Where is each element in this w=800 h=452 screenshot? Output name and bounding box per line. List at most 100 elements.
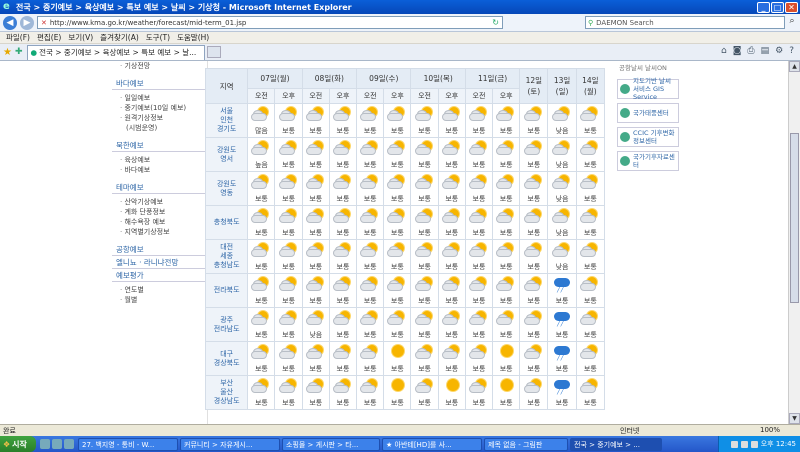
sidebar-item[interactable]: 일일예보 — [112, 93, 207, 103]
back-button[interactable]: ◀ — [3, 15, 17, 30]
banner-link[interactable]: 지도기반 날씨서비스 GIS Service — [617, 77, 679, 101]
sun-cloud-icon — [305, 208, 327, 224]
weather-icon-wrap — [384, 310, 410, 328]
search-go-icon[interactable]: ⌕ — [786, 16, 798, 29]
sidebar-heading[interactable]: 테마예보 — [112, 181, 207, 194]
sun-cloud-icon — [359, 106, 381, 122]
zoom-level[interactable]: 100% — [760, 426, 780, 434]
help-icon[interactable]: ? — [789, 46, 794, 56]
home-icon[interactable]: ⌂ — [721, 46, 727, 56]
menu-edit[interactable]: 편집(E) — [37, 32, 61, 43]
precip-chance: 보통 — [309, 398, 323, 407]
sidebar-item[interactable]: 원격기상정보 — [112, 113, 207, 123]
cloud-shape — [305, 180, 322, 189]
sun-cloud-icon — [523, 106, 545, 122]
precip-chance: 보통 — [282, 398, 296, 407]
weather-icon-wrap — [275, 174, 301, 192]
sidebar-item[interactable]: 월별 — [112, 295, 207, 305]
sidebar-item[interactable]: 산악기상예보 — [112, 197, 207, 207]
search-input[interactable]: ⚲ DAEMON Search — [585, 16, 785, 29]
tray-volume-icon[interactable] — [740, 440, 748, 448]
precip-chance: 보통 — [472, 194, 486, 203]
banner-link[interactable]: 국가태풍센터 — [617, 103, 679, 123]
weather-icon-wrap — [357, 174, 383, 192]
print-icon[interactable]: ⎙ — [747, 46, 754, 56]
taskbar-task[interactable]: 27. 백지영 - 통비 - W... — [78, 437, 178, 451]
region-cell: 강원도 영동 — [204, 171, 249, 206]
cloud-shape — [552, 214, 569, 223]
banner-link[interactable]: CCIC 기후변화정보센터 — [617, 127, 679, 147]
sidebar-item[interactable]: 바다예보 — [112, 165, 207, 175]
minimize-button[interactable]: _ — [757, 1, 770, 13]
weather-icon-wrap — [520, 208, 547, 226]
forecast-cell: 보통 — [575, 239, 606, 274]
sidebar-item-top[interactable]: 기상전망 — [112, 61, 207, 71]
sidebar-heading[interactable]: 엘니뇨 · 라니냐전망 — [112, 256, 207, 269]
sidebar-item[interactable]: 육상예보 — [112, 155, 207, 165]
precip-chance: 보통 — [254, 330, 268, 339]
taskbar-task[interactable]: 커뮤니티 > 자유게시... — [180, 437, 280, 451]
menu-help[interactable]: 도움말(H) — [177, 32, 209, 43]
scroll-up-icon[interactable]: ▲ — [789, 61, 800, 72]
favorites-star-icon[interactable]: ★ — [3, 47, 12, 58]
close-button[interactable]: ✕ — [785, 1, 798, 13]
taskbar-task[interactable]: 전국 > 중기예보 > ... — [570, 437, 662, 451]
weather-icon-wrap — [439, 310, 465, 328]
menu-favorites[interactable]: 즐겨찾기(A) — [100, 32, 139, 43]
sidebar-item[interactable]: 지역별기상정보 — [112, 227, 207, 237]
weather-icon-wrap — [411, 276, 437, 294]
weather-icon-wrap — [439, 106, 465, 124]
weather-icon-wrap — [330, 140, 356, 158]
tools-menu-icon[interactable]: ⚙ — [775, 46, 783, 56]
tray-network-icon[interactable] — [730, 440, 738, 448]
tray-security-icon[interactable] — [750, 440, 758, 448]
forward-button[interactable]: ▶ — [20, 15, 34, 30]
sidebar-item[interactable]: 계화 단풍정보 — [112, 207, 207, 217]
precip-chance: 보통 — [555, 296, 569, 305]
maximize-button[interactable]: □ — [771, 1, 784, 13]
quicklaunch-ie-icon[interactable] — [52, 439, 62, 449]
menu-file[interactable]: 파일(F) — [6, 32, 30, 43]
quicklaunch-media-icon[interactable] — [64, 439, 74, 449]
stop-icon[interactable]: ✕ — [41, 19, 47, 27]
cloud-shape — [523, 248, 540, 257]
forecast-cell: 보통 — [437, 273, 466, 308]
scroll-thumb[interactable] — [790, 133, 799, 303]
sidebar-heading[interactable]: 바다예보 — [112, 77, 207, 90]
forecast-cell: 보통 — [437, 171, 466, 206]
forecast-cell: 높음 — [247, 137, 276, 172]
scroll-down-icon[interactable]: ▼ — [789, 413, 800, 424]
sidebar-item[interactable]: 중기예보(10일 예보) — [112, 103, 207, 113]
url-field[interactable]: ✕ http://www.kma.go.kr/weather/forecast/… — [37, 16, 503, 29]
menu-view[interactable]: 보기(V) — [68, 32, 93, 43]
cloud-shape — [580, 282, 597, 291]
menu-tools[interactable]: 도구(T) — [146, 32, 170, 43]
page-menu-icon[interactable]: ▤ — [761, 46, 770, 56]
taskbar-task[interactable]: 소핑몰 > 게시판 > 타... — [282, 437, 380, 451]
sun-cloud-icon — [414, 276, 436, 292]
refresh-icon[interactable]: ↻ — [492, 18, 499, 27]
sidebar-item[interactable]: (시범운영) — [112, 123, 207, 133]
vertical-scrollbar[interactable]: ▲ ▼ — [788, 61, 800, 424]
start-button[interactable]: ❖ 시작 — [0, 436, 36, 452]
sidebar-heading[interactable]: 예보평가 — [112, 269, 207, 282]
cloud-shape — [251, 282, 268, 291]
taskbar-task[interactable]: 제목 없음 - 그림판 — [484, 437, 568, 451]
forecast-cell: 보통 — [301, 205, 330, 240]
sidebar-heading[interactable]: 북한예보 — [112, 139, 207, 152]
sun-cloud-icon — [523, 140, 545, 156]
sidebar-item[interactable]: 해수욕장 예보 — [112, 217, 207, 227]
tab-current[interactable]: ● 전국 > 중기예보 > 육상예보 > 특보 예보 > 날... — [26, 44, 205, 60]
sidebar-item[interactable]: 연도별 — [112, 285, 207, 295]
banner-link[interactable]: 국가기후자료센터 — [617, 151, 679, 171]
sun-cloud-icon — [523, 344, 545, 360]
taskbar-task[interactable]: ★ 아반테[HD]를 사... — [382, 437, 482, 451]
sun-icon — [386, 378, 408, 394]
new-tab-button[interactable] — [206, 46, 221, 58]
sidebar-heading[interactable]: 공항예보 — [112, 243, 207, 256]
banner-link[interactable]: 공항날씨 날씨ON — [617, 61, 679, 75]
forecast-cell: 보통 — [383, 137, 412, 172]
quicklaunch-desktop-icon[interactable] — [40, 439, 50, 449]
add-favorite-icon[interactable]: ✚ — [15, 47, 23, 57]
feeds-icon[interactable]: ◙ — [733, 46, 742, 56]
